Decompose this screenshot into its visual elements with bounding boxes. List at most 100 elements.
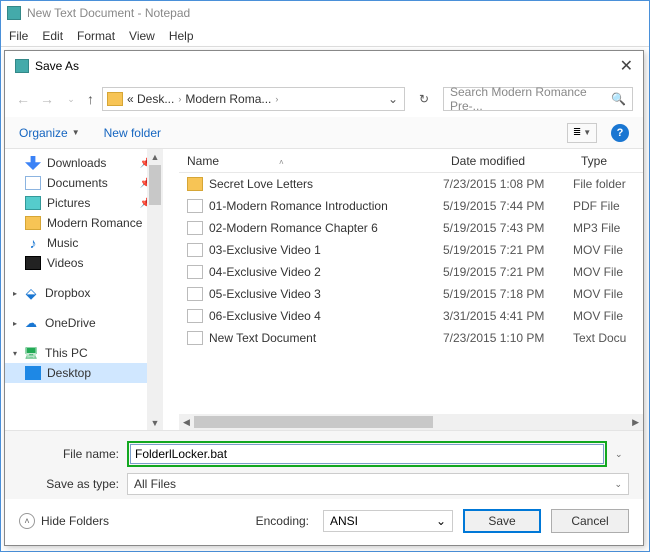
folder-icon <box>187 177 203 191</box>
sidebar-item-pictures[interactable]: Pictures📌 <box>5 193 162 213</box>
save-button[interactable]: Save <box>463 509 541 533</box>
chevron-icon: › <box>178 94 181 104</box>
breadcrumb-dropdown[interactable]: ⌄ <box>386 92 400 106</box>
sidebar-item-onedrive[interactable]: ▸☁OneDrive <box>5 313 162 333</box>
sidebar-item-modern-romance[interactable]: Modern Romance <box>5 213 162 233</box>
menu-view[interactable]: View <box>129 29 155 43</box>
file-name-label: File name: <box>19 447 119 461</box>
pc-icon: 🖥 <box>23 346 39 360</box>
menu-edit[interactable]: Edit <box>42 29 63 43</box>
save-type-combo[interactable]: All Files ⌄ <box>127 473 629 495</box>
notepad-titlebar: New Text Document - Notepad <box>1 1 649 25</box>
forward-button: → <box>39 91 55 107</box>
recent-dropdown[interactable]: ⌄ <box>63 94 79 105</box>
file-list-header: Name˄ Date modified Type <box>179 149 643 173</box>
organize-button[interactable]: Organize▼ <box>19 126 80 140</box>
back-button[interactable]: ← <box>15 91 31 107</box>
file-row[interactable]: New Text Document7/23/2015 1:10 PMText D… <box>179 327 643 349</box>
view-button[interactable]: ≣▼ <box>567 123 597 143</box>
menu-file[interactable]: File <box>9 29 28 43</box>
sidebar-scrollbar[interactable]: ▲ ▼ <box>147 149 163 430</box>
file-date: 5/19/2015 7:43 PM <box>443 221 573 235</box>
notepad-icon <box>7 6 21 20</box>
file-type: MOV File <box>573 287 643 301</box>
sidebar-item-this-pc[interactable]: ▾🖥This PC <box>5 343 162 363</box>
sidebar-item-downloads[interactable]: Downloads📌 <box>5 153 162 173</box>
horizontal-scrollbar[interactable]: ◀ ▶ <box>179 414 643 430</box>
file-name: New Text Document <box>209 331 316 345</box>
sidebar-item-documents[interactable]: Documents📌 <box>5 173 162 193</box>
file-type: MP3 File <box>573 221 643 235</box>
chevron-down-icon: ▾ <box>13 349 17 358</box>
column-type[interactable]: Type <box>573 154 643 168</box>
dialog-toolbar: Organize▼ New folder ≣▼ ? <box>5 117 643 149</box>
file-icon <box>187 331 203 345</box>
dropbox-icon: ⬙ <box>23 286 39 300</box>
filename-dropdown[interactable]: ⌄ <box>615 449 629 460</box>
sidebar-item-music[interactable]: ♪Music <box>5 233 162 253</box>
menu-help[interactable]: Help <box>169 29 194 43</box>
file-date: 5/19/2015 7:21 PM <box>443 265 573 279</box>
file-row[interactable]: 05-Exclusive Video 35/19/2015 7:18 PMMOV… <box>179 283 643 305</box>
file-row[interactable]: 02-Modern Romance Chapter 65/19/2015 7:4… <box>179 217 643 239</box>
search-input[interactable]: Search Modern Romance Pre-... 🔍 <box>443 87 633 111</box>
file-type: File folder <box>573 177 643 191</box>
save-type-label: Save as type: <box>19 477 119 491</box>
column-date[interactable]: Date modified <box>443 154 573 168</box>
scroll-right-icon[interactable]: ▶ <box>628 417 643 428</box>
search-icon: 🔍 <box>611 92 626 106</box>
scroll-left-icon[interactable]: ◀ <box>179 417 194 428</box>
dialog-body: Downloads📌 Documents📌 Pictures📌 Modern R… <box>5 149 643 430</box>
search-placeholder: Search Modern Romance Pre-... <box>450 85 611 113</box>
encoding-combo[interactable]: ANSI ⌄ <box>323 510 453 532</box>
save-as-dialog: Save As ✕ ← → ⌄ ↑ « Desk... › Modern Rom… <box>4 50 644 546</box>
hide-folders-button[interactable]: ˄ Hide Folders <box>19 513 109 529</box>
breadcrumb[interactable]: « Desk... › Modern Roma... › ⌄ <box>102 87 405 111</box>
chevron-down-icon: ⌄ <box>436 514 446 528</box>
menu-format[interactable]: Format <box>77 29 115 43</box>
file-date: 7/23/2015 1:08 PM <box>443 177 573 191</box>
file-icon <box>187 199 203 213</box>
file-row[interactable]: 06-Exclusive Video 43/31/2015 4:41 PMMOV… <box>179 305 643 327</box>
cancel-button[interactable]: Cancel <box>551 509 629 533</box>
chevron-icon: › <box>275 94 278 104</box>
dialog-nav: ← → ⌄ ↑ « Desk... › Modern Roma... › ⌄ ↻… <box>5 81 643 117</box>
scroll-up-icon[interactable]: ▲ <box>149 150 162 164</box>
close-icon[interactable]: ✕ <box>620 56 633 76</box>
file-row[interactable]: 01-Modern Romance Introduction 5/19/2015 … <box>179 195 643 217</box>
sidebar-item-videos[interactable]: Videos <box>5 253 162 273</box>
scroll-thumb[interactable] <box>194 416 433 428</box>
document-icon <box>25 176 41 190</box>
chevron-down-icon: ⌄ <box>614 479 622 490</box>
breadcrumb-seg1[interactable]: « Desk... <box>127 92 174 106</box>
sidebar-item-desktop[interactable]: Desktop <box>5 363 162 383</box>
column-name[interactable]: Name˄ <box>179 154 443 168</box>
file-name-input[interactable] <box>130 444 604 464</box>
breadcrumb-seg2[interactable]: Modern Roma... <box>185 92 271 106</box>
help-button[interactable]: ? <box>611 124 629 142</box>
folder-icon <box>107 92 123 106</box>
file-row[interactable]: 04-Exclusive Video 25/19/2015 7:21 PMMOV… <box>179 261 643 283</box>
file-icon <box>187 287 203 301</box>
file-row[interactable]: 03-Exclusive Video 15/19/2015 7:21 PMMOV… <box>179 239 643 261</box>
file-name: 01-Modern Romance Introduction <box>209 199 388 213</box>
new-folder-button[interactable]: New folder <box>104 126 161 140</box>
sidebar-item-dropbox[interactable]: ▸⬙Dropbox <box>5 283 162 303</box>
dialog-bottom: File name: ⌄ Save as type: All Files ⌄ <box>5 430 643 499</box>
scroll-thumb[interactable] <box>149 165 161 205</box>
file-date: 5/19/2015 7:44 PM <box>443 199 573 213</box>
up-button[interactable]: ↑ <box>87 91 94 107</box>
download-icon <box>25 156 41 170</box>
onedrive-icon: ☁ <box>23 316 39 330</box>
folder-icon <box>25 216 41 230</box>
scroll-down-icon[interactable]: ▼ <box>149 416 162 430</box>
refresh-button[interactable]: ↻ <box>413 88 435 110</box>
file-list: Name˄ Date modified Type Secret Love Let… <box>179 149 643 430</box>
file-row[interactable]: Secret Love Letters7/23/2015 1:08 PMFile… <box>179 173 643 195</box>
music-icon: ♪ <box>25 236 41 250</box>
file-date: 5/19/2015 7:21 PM <box>443 243 573 257</box>
dialog-icon <box>15 59 29 73</box>
dialog-actions: ˄ Hide Folders Encoding: ANSI ⌄ Save Can… <box>5 499 643 545</box>
file-name: 05-Exclusive Video 3 <box>209 287 321 301</box>
file-icon <box>187 243 203 257</box>
